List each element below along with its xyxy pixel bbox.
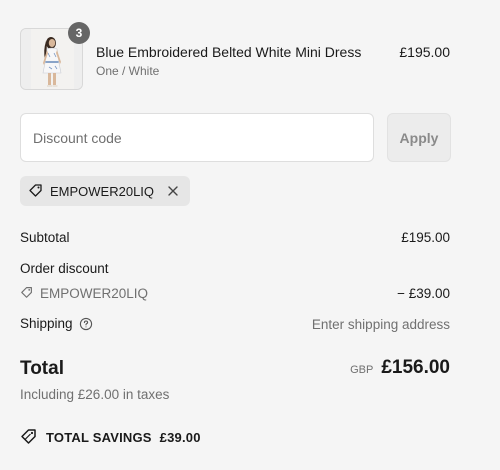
close-icon[interactable] [166, 184, 180, 198]
savings-value: £39.00 [159, 430, 201, 445]
product-name: Blue Embroidered Belted White Mini Dress [96, 44, 362, 60]
info-icon[interactable] [79, 317, 93, 331]
applied-discount-code: EMPOWER20LIQ [50, 183, 155, 199]
savings-tag-icon [20, 427, 38, 448]
product-price: £195.00 [399, 44, 450, 60]
product-variant: One / White [96, 64, 160, 78]
order-discount-code: EMPOWER20LIQ [20, 285, 148, 302]
shipping-label: Shipping [20, 316, 73, 331]
apply-discount-button[interactable]: Apply [387, 113, 451, 162]
shipping-row: Shipping [20, 316, 93, 331]
order-discount-code-text: EMPOWER20LIQ [40, 286, 149, 301]
savings-label: TOTAL SAVINGS [46, 430, 152, 445]
total-savings: TOTAL SAVINGS £39.00 [20, 427, 201, 448]
currency-code: GBP [350, 364, 374, 376]
total-amount: GBP £156.00 [350, 357, 450, 379]
tax-note: Including £26.00 in taxes [20, 387, 170, 402]
applied-discount-chip: EMPOWER20LIQ [20, 176, 191, 206]
tag-icon [28, 182, 44, 201]
tag-icon [20, 285, 34, 302]
subtotal-label: Subtotal [20, 230, 70, 245]
order-discount-label: Order discount [20, 261, 109, 276]
quantity-badge: 3 [68, 22, 90, 44]
product-thumbnail-wrapper: 3 [20, 22, 90, 90]
subtotal-value: £195.00 [401, 230, 450, 245]
discount-code-input[interactable] [20, 113, 374, 162]
shipping-value: Enter shipping address [311, 317, 450, 332]
total-value: £156.00 [381, 357, 450, 378]
order-discount-value: − £39.00 [397, 286, 450, 301]
total-label: Total [20, 358, 64, 379]
